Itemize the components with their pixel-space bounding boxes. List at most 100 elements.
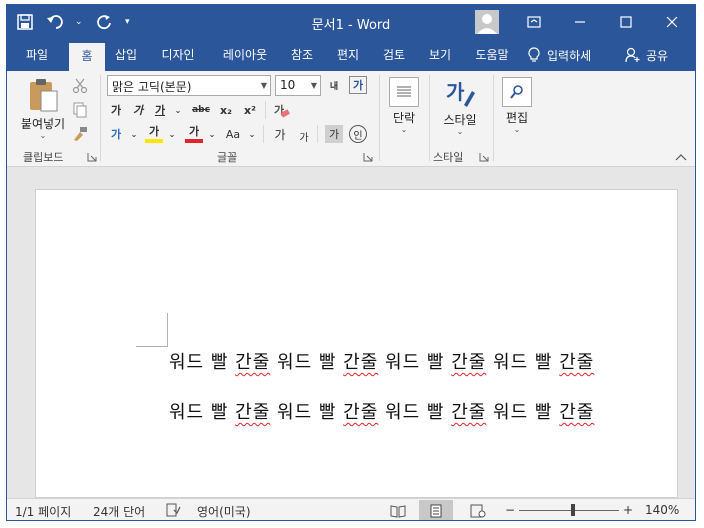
tab-help[interactable]: 도움말 xyxy=(467,39,517,71)
print-layout-icon[interactable] xyxy=(419,500,453,520)
document-word[interactable]: 빨 xyxy=(319,402,337,423)
paragraph-dropdown-icon[interactable]: ⌄ xyxy=(401,126,408,134)
highlight-button[interactable]: 가 xyxy=(145,123,163,143)
document-word[interactable]: 간줄 xyxy=(343,352,378,373)
document-paragraph[interactable]: 워드 빨 간줄 워드 빨 간줄 워드 빨 간줄 워드 빨 간줄 xyxy=(169,348,594,374)
editing-button[interactable]: 편집 ⌄ xyxy=(499,77,535,134)
word-count[interactable]: 24개 단어 xyxy=(93,503,145,520)
zoom-in-button[interactable]: + xyxy=(623,503,633,517)
superscript-label: x² xyxy=(244,103,256,117)
document-word[interactable]: 간줄 xyxy=(451,352,486,373)
clipboard-launcher-icon[interactable] xyxy=(87,151,97,162)
copy-icon[interactable] xyxy=(71,101,89,119)
app-name: Word xyxy=(356,18,391,33)
document-word[interactable]: 빨 xyxy=(427,402,445,423)
paste-button[interactable]: 붙여넣기 ⌄ xyxy=(17,77,69,140)
share-button[interactable]: 공유 xyxy=(625,39,668,71)
tab-home[interactable]: 홈 xyxy=(69,43,105,71)
collapse-ribbon-icon[interactable] xyxy=(675,151,687,161)
tab-view[interactable]: 보기 xyxy=(421,39,459,71)
text-effects-button[interactable]: 가 xyxy=(107,125,125,143)
document-word[interactable]: 워드 xyxy=(277,352,312,373)
char-grow-button[interactable]: 가 xyxy=(271,125,289,143)
maximize-icon[interactable] xyxy=(603,5,649,39)
tab-references[interactable]: 참조 xyxy=(283,39,321,71)
document-word[interactable]: 빨 xyxy=(211,352,229,373)
tab-file[interactable]: 파일 xyxy=(17,39,57,71)
tab-design[interactable]: 디자인 xyxy=(153,39,203,71)
format-painter-icon[interactable] xyxy=(71,125,89,143)
styles-launcher-icon[interactable] xyxy=(479,151,489,162)
change-case-button[interactable]: Aa xyxy=(221,125,245,143)
document-word[interactable]: 워드 xyxy=(277,402,312,423)
document-word[interactable]: 빨 xyxy=(427,352,445,373)
font-name-dropdown[interactable]: 맑은 고딕(본문) ▼ xyxy=(107,75,271,96)
zoom-slider[interactable] xyxy=(519,510,619,511)
clear-formatting-button[interactable]: 가 xyxy=(273,101,291,119)
document-word[interactable]: 간줄 xyxy=(559,352,594,373)
underline-dropdown-icon[interactable]: ⌄ xyxy=(169,101,187,119)
subscript-button[interactable]: x₂ xyxy=(217,101,235,119)
document-word[interactable]: 간줄 xyxy=(343,402,378,423)
document-word[interactable]: 워드 xyxy=(169,402,204,423)
highlight-dropdown-icon[interactable]: ⌄ xyxy=(163,125,181,143)
font-color-button[interactable]: 가 xyxy=(185,123,203,143)
minimize-icon[interactable] xyxy=(557,5,603,39)
char-shrink-button[interactable]: 가 xyxy=(295,127,313,145)
document-word[interactable]: 빨 xyxy=(535,352,553,373)
styles-dropdown-icon[interactable]: ⌄ xyxy=(457,128,464,136)
cut-icon[interactable] xyxy=(71,77,89,95)
underline-button[interactable]: 가 xyxy=(151,101,169,119)
zoom-slider-thumb[interactable] xyxy=(571,504,575,516)
char-grow-label: 가 xyxy=(274,127,286,142)
tell-me-box[interactable]: 입력하세 xyxy=(527,39,591,71)
tab-mailings[interactable]: 편지 xyxy=(329,39,367,71)
paste-dropdown-icon[interactable]: ⌄ xyxy=(40,132,47,140)
superscript-button[interactable]: x² xyxy=(241,101,259,119)
font-size-dropdown[interactable]: 10 ▼ xyxy=(275,75,321,96)
ribbon-display-options-icon[interactable] xyxy=(511,5,557,39)
page-count[interactable]: 1/1 페이지 xyxy=(15,503,71,520)
phonetic-guide-button[interactable]: 가 xyxy=(349,76,367,94)
strikethrough-button[interactable]: abc xyxy=(189,101,213,119)
italic-button[interactable]: 가 xyxy=(129,101,147,119)
styles-button[interactable]: 가 스타일 ⌄ xyxy=(435,77,485,136)
read-mode-icon[interactable] xyxy=(381,500,415,520)
language-indicator[interactable]: 영어(미국) xyxy=(197,503,251,520)
document-word[interactable]: 워드 xyxy=(385,352,420,373)
document-word[interactable]: 빨 xyxy=(211,402,229,423)
editing-dropdown-icon[interactable]: ⌄ xyxy=(514,126,521,134)
proofing-icon[interactable] xyxy=(165,502,181,520)
zoom-out-button[interactable]: − xyxy=(505,503,515,517)
enclose-characters-button[interactable]: 인 xyxy=(349,125,367,143)
grow-font-button[interactable]: 내 xyxy=(325,76,343,94)
zoom-level[interactable]: 140% xyxy=(645,503,679,517)
styles-brush-icon: 가 xyxy=(446,80,475,107)
bold-button[interactable]: 가 xyxy=(107,101,125,119)
document-word[interactable]: 간줄 xyxy=(559,402,594,423)
document-word[interactable]: 간줄 xyxy=(235,352,270,373)
document-word[interactable]: 간줄 xyxy=(451,402,486,423)
document-word[interactable]: 간줄 xyxy=(235,402,270,423)
document-word[interactable]: 워드 xyxy=(493,352,528,373)
document-word[interactable]: 워드 xyxy=(169,352,204,373)
font-color-dropdown-icon[interactable]: ⌄ xyxy=(203,125,221,143)
char-shading-button[interactable]: 가 xyxy=(325,125,343,143)
document-word[interactable]: 워드 xyxy=(493,402,528,423)
tab-review[interactable]: 검토 xyxy=(375,39,413,71)
font-launcher-icon[interactable] xyxy=(363,151,373,162)
change-case-dropdown-icon[interactable]: ⌄ xyxy=(243,125,261,143)
text-effects-dropdown-icon[interactable]: ⌄ xyxy=(125,125,143,143)
web-layout-icon[interactable] xyxy=(461,500,495,520)
document-word[interactable]: 빨 xyxy=(319,352,337,373)
document-page[interactable]: 워드 빨 간줄 워드 빨 간줄 워드 빨 간줄 워드 빨 간줄 워드 빨 간줄 … xyxy=(35,189,678,498)
tab-insert[interactable]: 삽입 xyxy=(107,39,145,71)
paragraph-button[interactable]: 단락 ⌄ xyxy=(385,77,423,134)
tab-layout[interactable]: 레이아웃 xyxy=(213,39,277,71)
document-word[interactable]: 빨 xyxy=(535,402,553,423)
document-paragraph[interactable]: 워드 빨 간줄 워드 빨 간줄 워드 빨 간줄 워드 빨 간줄 xyxy=(169,398,594,424)
document-word[interactable]: 워드 xyxy=(385,402,420,423)
document-area[interactable]: 워드 빨 간줄 워드 빨 간줄 워드 빨 간줄 워드 빨 간줄 워드 빨 간줄 … xyxy=(7,168,695,498)
close-icon[interactable] xyxy=(649,5,695,39)
account-avatar[interactable] xyxy=(475,10,499,34)
